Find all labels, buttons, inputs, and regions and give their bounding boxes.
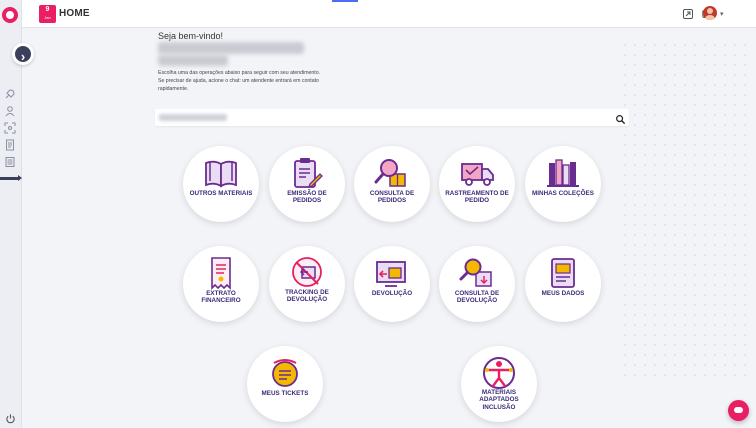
date-month: Jan [44, 15, 51, 20]
active-indicator [0, 175, 22, 181]
tile-label: CONSULTA DE DEVOLUÇÃO [454, 290, 500, 305]
tile-label: EMISSÃO DE PEDIDOS [287, 190, 327, 205]
tile-label: RASTREAMENTO DE PEDIDO [445, 190, 509, 205]
tile-label: MATERIAIS ADAPTADOS INCLUSÃO [479, 389, 519, 411]
top-bar: 9 Jan HOME [22, 0, 756, 28]
profile-book-icon [544, 254, 582, 292]
brand-logo[interactable] [2, 7, 18, 23]
redacted-user-info [158, 55, 228, 66]
redacted-user-name [158, 42, 304, 54]
tile-label: DEVOLUÇÃO [371, 290, 413, 297]
tile-label: CONSULTA DE PEDIDOS [369, 190, 415, 205]
chevron-down-icon[interactable]: ▾ [720, 10, 724, 18]
tile-tracking-de-devolucao[interactable]: TRACKING DE DEVOLUÇÃO [269, 246, 345, 322]
tile-devolucao[interactable]: DEVOLUÇÃO [354, 246, 430, 322]
dotted-pattern [620, 40, 750, 380]
date-day: 9 [45, 6, 50, 13]
return-tracking-icon [288, 254, 326, 292]
tile-materiais-adaptados-inclusao[interactable]: MATERIAIS ADAPTADOS INCLUSÃO [461, 346, 537, 422]
intro-text: Escolha uma das operações abaixo para se… [158, 70, 333, 93]
book-icon [202, 154, 240, 192]
receipt-icon [202, 254, 240, 292]
search-input[interactable] [155, 109, 610, 126]
tablet-icon[interactable] [682, 8, 694, 20]
tile-label: TRACKING DE DEVOLUÇÃO [285, 289, 329, 304]
intro-line-2: Se precisar de ajuda, acione o chat: um … [158, 77, 319, 92]
welcome-heading: Seja bem-vindo! [158, 31, 224, 41]
clipboard-edit-icon [288, 154, 326, 192]
tile-label: EXTRATO FINANCEIRO [201, 290, 241, 305]
accessibility-icon [480, 354, 518, 392]
tile-emissao-de-pedidos[interactable]: EMISSÃO DE PEDIDOS [269, 146, 345, 222]
tile-consulta-de-pedidos[interactable]: CONSULTA DE PEDIDOS [354, 146, 430, 222]
rocket-icon[interactable] [4, 88, 16, 100]
intro-line-1: Escolha uma das operações abaixo para se… [158, 70, 321, 76]
user-icon[interactable] [4, 105, 16, 117]
tile-label: OUTROS MATERIAIS [189, 190, 253, 197]
tile-label: MEUS TICKETS [261, 390, 309, 397]
page-title: HOME [59, 8, 90, 19]
list-icon[interactable] [4, 156, 16, 168]
search-icon[interactable] [615, 112, 626, 125]
tile-consulta-de-devolucao[interactable]: CONSULTA DE DEVOLUÇÃO [439, 246, 515, 322]
scan-icon[interactable] [4, 122, 16, 134]
return-screen-icon [373, 254, 411, 292]
chat-button[interactable] [728, 400, 749, 421]
tile-minhas-colecoes[interactable]: MINHAS COLEÇÕES [525, 146, 601, 222]
user-avatar[interactable] [703, 6, 717, 20]
tile-outros-materiais[interactable]: OUTROS MATERIAIS [183, 146, 259, 222]
tile-extrato-financeiro[interactable]: EXTRATO FINANCEIRO [183, 246, 259, 322]
ticket-icon [266, 354, 304, 392]
power-icon[interactable] [5, 411, 16, 424]
tile-meus-dados[interactable]: MEUS DADOS [525, 246, 601, 322]
truck-icon [458, 154, 496, 192]
tile-label: MINHAS COLEÇÕES [532, 190, 594, 197]
search-box-icon [373, 154, 411, 192]
document-icon[interactable] [4, 139, 16, 151]
tile-meus-tickets[interactable]: MEUS TICKETS [247, 346, 323, 422]
search-bar [155, 109, 629, 126]
loading-indicator [332, 0, 358, 2]
expand-sidebar-button[interactable]: › [12, 43, 34, 65]
tile-label: MEUS DADOS [541, 290, 585, 297]
search-return-icon [458, 254, 496, 292]
tile-rastreamento-de-pedido[interactable]: RASTREAMENTO DE PEDIDO [439, 146, 515, 222]
date-badge: 9 Jan [39, 5, 56, 23]
books-icon [544, 154, 582, 192]
